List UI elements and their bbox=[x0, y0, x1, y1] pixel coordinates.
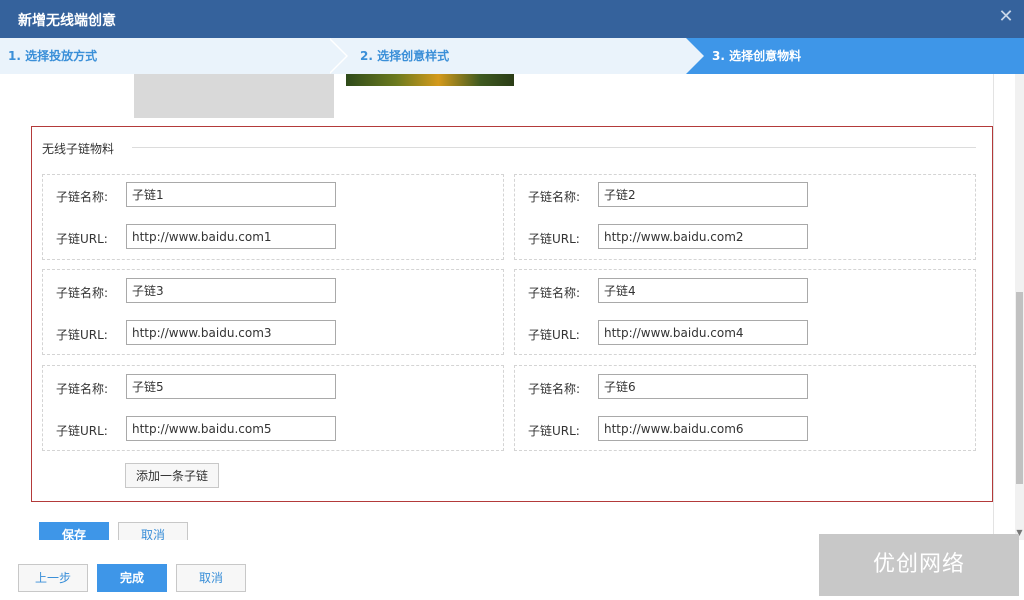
sublink-url-label: 子链URL: bbox=[528, 232, 580, 246]
sublink-5-url-input[interactable] bbox=[126, 416, 336, 441]
close-icon[interactable]: ✕ bbox=[996, 7, 1016, 27]
sublink-legend: 无线子链物料 bbox=[42, 140, 115, 157]
sublink-url-label: 子链URL: bbox=[56, 328, 108, 342]
save-button[interactable]: 保存 bbox=[39, 522, 109, 540]
step-bar: 1. 选择投放方式 2. 选择创意样式 3. 选择创意物料 bbox=[0, 38, 1024, 74]
sublink-1-url-input[interactable] bbox=[126, 224, 336, 249]
creative-preview-placeholder bbox=[134, 74, 334, 118]
form-cancel-button[interactable]: 取消 bbox=[118, 522, 188, 540]
sublink-url-label: 子链URL: bbox=[528, 424, 580, 438]
sublink-url-label: 子链URL: bbox=[56, 232, 108, 246]
sublink-2-name-input[interactable] bbox=[598, 182, 808, 207]
sublink-4-name-input[interactable] bbox=[598, 278, 808, 303]
sublink-3-url-input[interactable] bbox=[126, 320, 336, 345]
content-right-border bbox=[993, 74, 994, 540]
add-sublink-button[interactable]: 添加一条子链 bbox=[125, 463, 219, 488]
sublink-2-url-input[interactable] bbox=[598, 224, 808, 249]
creative-preview-image bbox=[346, 74, 514, 86]
sublink-name-label: 子链名称: bbox=[56, 382, 109, 396]
sublink-name-label: 子链名称: bbox=[528, 382, 581, 396]
sublink-4-url-input[interactable] bbox=[598, 320, 808, 345]
scrollbar-thumb[interactable] bbox=[1016, 292, 1023, 484]
dialog-titlebar: 新增无线端创意 ✕ bbox=[0, 0, 1024, 38]
sublink-5-name-input[interactable] bbox=[126, 374, 336, 399]
sublink-name-label: 子链名称: bbox=[528, 190, 581, 204]
step-separator-active bbox=[686, 38, 704, 74]
step-separator-inner bbox=[328, 38, 346, 74]
step-1[interactable]: 1. 选择投放方式 bbox=[8, 38, 97, 74]
footer-cancel-button[interactable]: 取消 bbox=[176, 564, 246, 592]
prev-step-button[interactable]: 上一步 bbox=[18, 564, 88, 592]
sublink-6-name-input[interactable] bbox=[598, 374, 808, 399]
step-2[interactable]: 2. 选择创意样式 bbox=[360, 38, 449, 74]
watermark: 优创网络 bbox=[819, 534, 1019, 596]
sublink-name-label: 子链名称: bbox=[528, 286, 581, 300]
dialog-title: 新增无线端创意 bbox=[18, 13, 116, 29]
step-3-active: 3. 选择创意物料 bbox=[712, 49, 802, 63]
sublink-3-name-input[interactable] bbox=[126, 278, 336, 303]
sublink-url-label: 子链URL: bbox=[528, 328, 580, 342]
finish-button[interactable]: 完成 bbox=[97, 564, 167, 592]
sublink-url-label: 子链URL: bbox=[56, 424, 108, 438]
sublink-6-url-input[interactable] bbox=[598, 416, 808, 441]
legend-divider bbox=[132, 147, 976, 148]
sublink-name-label: 子链名称: bbox=[56, 286, 109, 300]
sublink-1-name-input[interactable] bbox=[126, 182, 336, 207]
sublink-name-label: 子链名称: bbox=[56, 190, 109, 204]
